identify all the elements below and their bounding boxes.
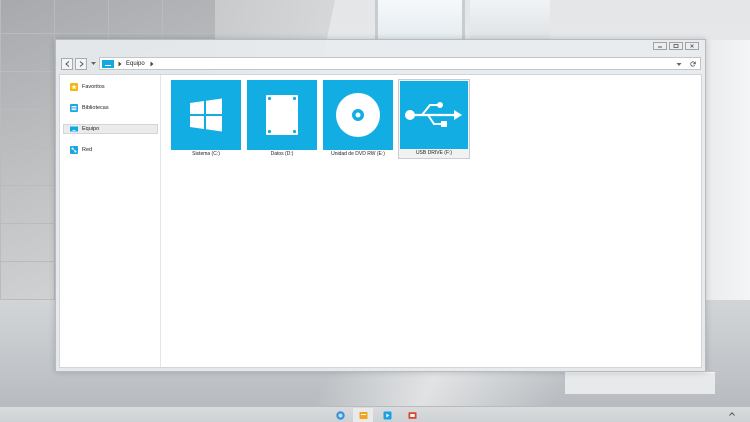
taskbar-explorer-button[interactable] xyxy=(353,408,373,422)
drive-tile-image xyxy=(323,80,393,150)
wallpaper-bench xyxy=(565,372,715,394)
minimize-button[interactable] xyxy=(653,42,667,50)
library-icon xyxy=(70,104,78,112)
sidebar-item-label: Equipo xyxy=(82,126,100,132)
chevron-right-icon[interactable] xyxy=(149,61,155,67)
close-button[interactable] xyxy=(685,42,699,50)
star-icon xyxy=(70,83,78,91)
breadcrumb-equipo[interactable]: Equipo xyxy=(126,61,145,67)
disc-icon xyxy=(336,93,380,137)
drive-tile-sistema[interactable]: Sistema (C:) xyxy=(171,80,241,158)
windows-logo-icon xyxy=(190,98,222,132)
drive-label: Datos (D:) xyxy=(270,151,294,157)
address-actions xyxy=(676,61,700,67)
network-icon xyxy=(70,146,78,154)
navigation-pane: Favoritos Bibliotecas Equipo Red xyxy=(60,75,161,367)
maximize-icon xyxy=(673,44,679,48)
drive-label: USB DRIVE (F:) xyxy=(415,150,453,156)
chevron-up-icon xyxy=(729,412,735,416)
chevron-down-icon[interactable] xyxy=(676,61,682,67)
explorer-window: Equipo Favoritos Bibliotecas Equipo Red … xyxy=(55,39,706,372)
start-icon xyxy=(335,410,345,420)
taskbar-media-button[interactable] xyxy=(377,408,397,422)
taskbar-start-button[interactable] xyxy=(330,408,350,422)
taskbar xyxy=(0,406,750,422)
media-player-icon xyxy=(383,411,391,419)
computer-icon xyxy=(102,59,114,68)
file-view: Sistema (C:) Datos (D:) Unidad de DVD RW… xyxy=(161,75,701,367)
explorer-content: Favoritos Bibliotecas Equipo Red Sistema… xyxy=(59,74,702,368)
drive-tile-datos[interactable]: Datos (D:) xyxy=(247,80,317,158)
refresh-icon[interactable] xyxy=(690,61,696,67)
drive-tile-image xyxy=(400,81,468,149)
sidebar-item-equipo[interactable]: Equipo xyxy=(63,124,158,134)
sidebar-item-favoritos[interactable]: Favoritos xyxy=(60,82,160,92)
drive-label: Unidad de DVD RW (E:) xyxy=(331,151,385,157)
drive-tiles: Sistema (C:) Datos (D:) Unidad de DVD RW… xyxy=(171,79,470,159)
drive-label: Sistema (C:) xyxy=(192,151,220,157)
drive-tile-dvd[interactable]: Unidad de DVD RW (E:) xyxy=(323,80,393,158)
forward-arrow-icon xyxy=(79,60,84,67)
chevron-down-icon xyxy=(90,62,96,65)
taskbar-presentation-button[interactable] xyxy=(402,408,422,422)
drive-tile-image xyxy=(171,80,241,150)
back-arrow-icon xyxy=(64,60,69,67)
hard-drive-icon xyxy=(266,95,298,135)
close-icon xyxy=(690,44,694,48)
caption-controls xyxy=(653,42,699,50)
drive-tile-image xyxy=(247,80,317,150)
minimize-icon xyxy=(658,46,662,48)
wallpaper-skylight-2 xyxy=(470,0,550,40)
folder-icon xyxy=(359,411,367,419)
computer-icon xyxy=(70,125,78,133)
sidebar-item-label: Bibliotecas xyxy=(82,105,109,111)
address-bar: Equipo xyxy=(61,56,701,71)
recent-locations-button[interactable] xyxy=(89,58,97,70)
chevron-right-icon[interactable] xyxy=(117,61,123,67)
presentation-icon xyxy=(408,411,416,419)
sidebar-item-label: Favoritos xyxy=(82,84,105,90)
back-button[interactable] xyxy=(61,57,73,70)
maximize-button[interactable] xyxy=(669,42,683,50)
wallpaper-skylight xyxy=(375,0,465,40)
drive-tile-usb[interactable]: USB DRIVE (F:) xyxy=(398,79,470,159)
notification-chevron[interactable] xyxy=(728,410,736,418)
sidebar-item-red[interactable]: Red xyxy=(60,145,160,155)
sidebar-item-label: Red xyxy=(82,147,93,153)
sidebar-item-bibliotecas[interactable]: Bibliotecas xyxy=(60,103,160,113)
forward-button[interactable] xyxy=(75,57,87,70)
usb-icon xyxy=(405,102,462,127)
address-field[interactable]: Equipo xyxy=(99,57,701,70)
